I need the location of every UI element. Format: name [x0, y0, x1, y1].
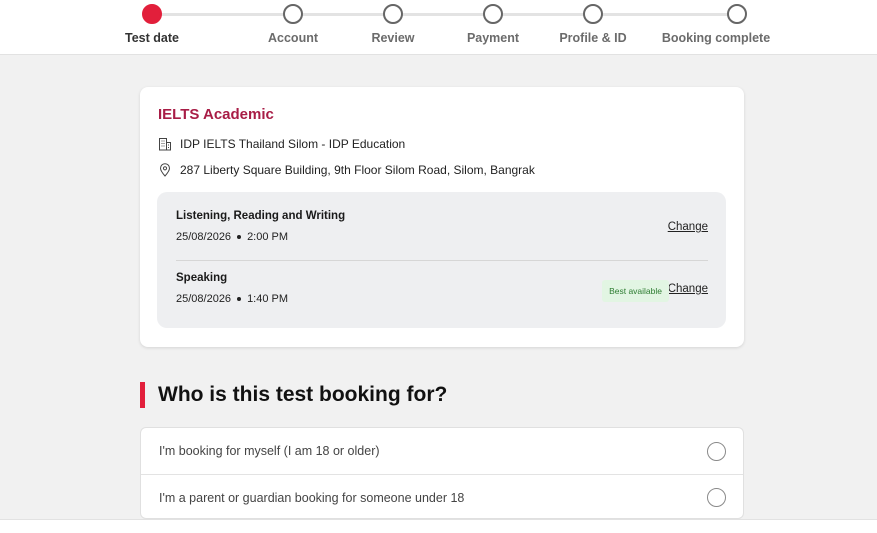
- radio-button[interactable]: [707, 441, 726, 461]
- session-title: Listening, Reading and Writing: [176, 210, 346, 222]
- option-myself[interactable]: I'm booking for myself (I am 18 or older…: [141, 428, 743, 474]
- session-divider: [176, 260, 708, 261]
- session-date: 25/08/2026: [176, 293, 232, 305]
- venue-row: IDP IELTS Thailand Silom - IDP Education: [158, 137, 405, 151]
- section-title: Who is this test booking for?: [158, 383, 448, 406]
- section-heading: Who is this test booking for?: [140, 382, 447, 408]
- option-label: I'm a parent or guardian booking for som…: [159, 490, 465, 505]
- separator-dot: [237, 297, 242, 302]
- building-icon: [159, 138, 171, 151]
- step-label: Test date: [125, 31, 179, 45]
- session-time: 2:00 PM: [247, 231, 289, 243]
- session-datetime: 25/08/2026 2:00 PM: [176, 231, 708, 243]
- radio-button[interactable]: [707, 488, 726, 507]
- session-date: 25/08/2026: [176, 231, 232, 243]
- option-parent-guardian[interactable]: I'm a parent or guardian booking for som…: [141, 474, 743, 520]
- address-row: 287 Liberty Square Building, 9th Floor S…: [158, 163, 535, 177]
- session-list: Listening, Reading and Writing 25/08/202…: [157, 192, 726, 328]
- location-pin-icon: [159, 163, 171, 177]
- venue-name: IDP IELTS Thailand Silom - IDP Education: [180, 137, 406, 151]
- step-test-date: Test date: [87, 4, 217, 45]
- venue-address: 287 Liberty Square Building, 9th Floor S…: [180, 163, 535, 177]
- separator-dot: [237, 235, 242, 240]
- step-booking-complete: Booking complete: [662, 4, 802, 45]
- session-time: 1:40 PM: [247, 293, 289, 305]
- heading-accent-bar: [140, 382, 145, 408]
- test-title: IELTS Academic: [158, 106, 274, 123]
- footer-bar: [0, 519, 877, 533]
- booking-progress: Test date Account Review Payment Profile…: [0, 0, 877, 55]
- step-indicator: [283, 4, 303, 24]
- change-speaking-link[interactable]: Change: [668, 283, 708, 295]
- booking-for-options: I'm booking for myself (I am 18 or older…: [140, 427, 744, 519]
- step-indicator: [383, 4, 403, 24]
- step-indicator: [727, 4, 747, 24]
- best-available-badge: Best available: [602, 280, 669, 302]
- step-label: Booking complete: [661, 31, 771, 45]
- session-lrw: Listening, Reading and Writing 25/08/202…: [176, 210, 708, 243]
- booking-summary-card: IELTS Academic IDP IELTS Thailand Silom …: [140, 87, 744, 347]
- step-indicator-active: [142, 4, 162, 24]
- step-indicator: [583, 4, 603, 24]
- change-lrw-link[interactable]: Change: [668, 221, 708, 233]
- option-label: I'm booking for myself (I am 18 or older…: [159, 444, 380, 458]
- step-indicator: [483, 4, 503, 24]
